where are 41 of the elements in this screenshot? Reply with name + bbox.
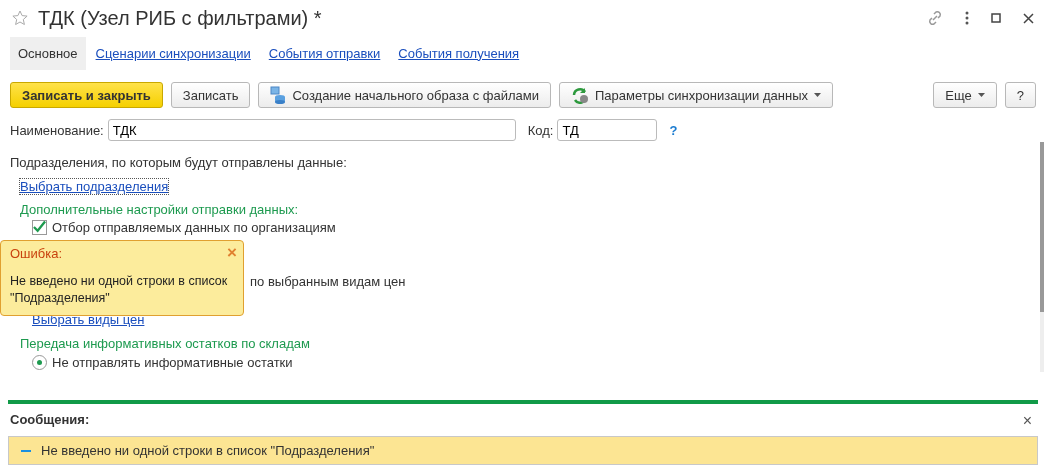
toolbar-button[interactable]: Записать [170,82,251,108]
field-label: Код: [527,122,554,138]
messages-title: Сообщения: [10,412,90,427]
close-icon[interactable] [1023,12,1034,24]
tab[interactable]: Сценарии синхронизации [87,36,259,70]
close-button[interactable]: × [1022,412,1032,430]
more-icon[interactable] [965,11,969,25]
input-field[interactable]: ТДК [107,119,516,141]
toolbar-button[interactable]: Создание начального образа с файлами [258,82,551,108]
tab[interactable]: Основное [10,36,86,70]
window-title: ТДК (Узел РИБ с фильтрами) * [38,6,323,30]
section-label: Подразделения, по которым будут отправлены данные: [10,154,347,170]
field-label: Наименование: [10,122,104,138]
sync-icon [570,86,589,104]
link-icon[interactable] [927,10,943,26]
radio-label: Не отправлять информативные остатки [52,354,293,370]
message-text: Не введено ни одной строки в список "Подразделения" [41,443,375,458]
favorite-star-icon[interactable] [12,10,28,26]
toolbar-button[interactable]: Записать и закрыть [10,82,163,108]
caret-icon [977,93,985,97]
caret-icon [814,93,821,97]
maximize-icon[interactable] [991,13,1001,23]
help-button[interactable]: ? [1004,82,1036,108]
tab[interactable]: События отправки [260,36,389,70]
scrollbar-thumb[interactable] [1040,142,1044,312]
toolbar-button[interactable]: Параметры синхронизации данных [558,82,833,108]
more-button[interactable]: Еще [933,82,997,108]
error-title: Ошибка: [10,246,63,261]
section-heading: Дополнительные настройки отправки данных: [20,201,299,217]
checkbox-label: Отбор отправляемых данных по организациям [52,219,336,235]
section-heading: Передача информативных остатков по складам [20,335,310,351]
checkbox-label: по выбранным видам цен [250,273,406,289]
database-icon [270,86,287,104]
message-item[interactable]: Не введено ни одной строки в список "Подразделения" [8,436,1038,465]
tab[interactable]: События получения [390,36,528,70]
dash-icon [21,449,31,452]
input-field[interactable]: ТД [557,119,658,141]
help-link[interactable]: ? [669,122,678,138]
select-link[interactable]: Выбрать подразделения [20,178,169,194]
checkbox[interactable] [32,219,47,235]
error-message: Не введено ни одной строки в список "Подразделения" [10,273,229,307]
